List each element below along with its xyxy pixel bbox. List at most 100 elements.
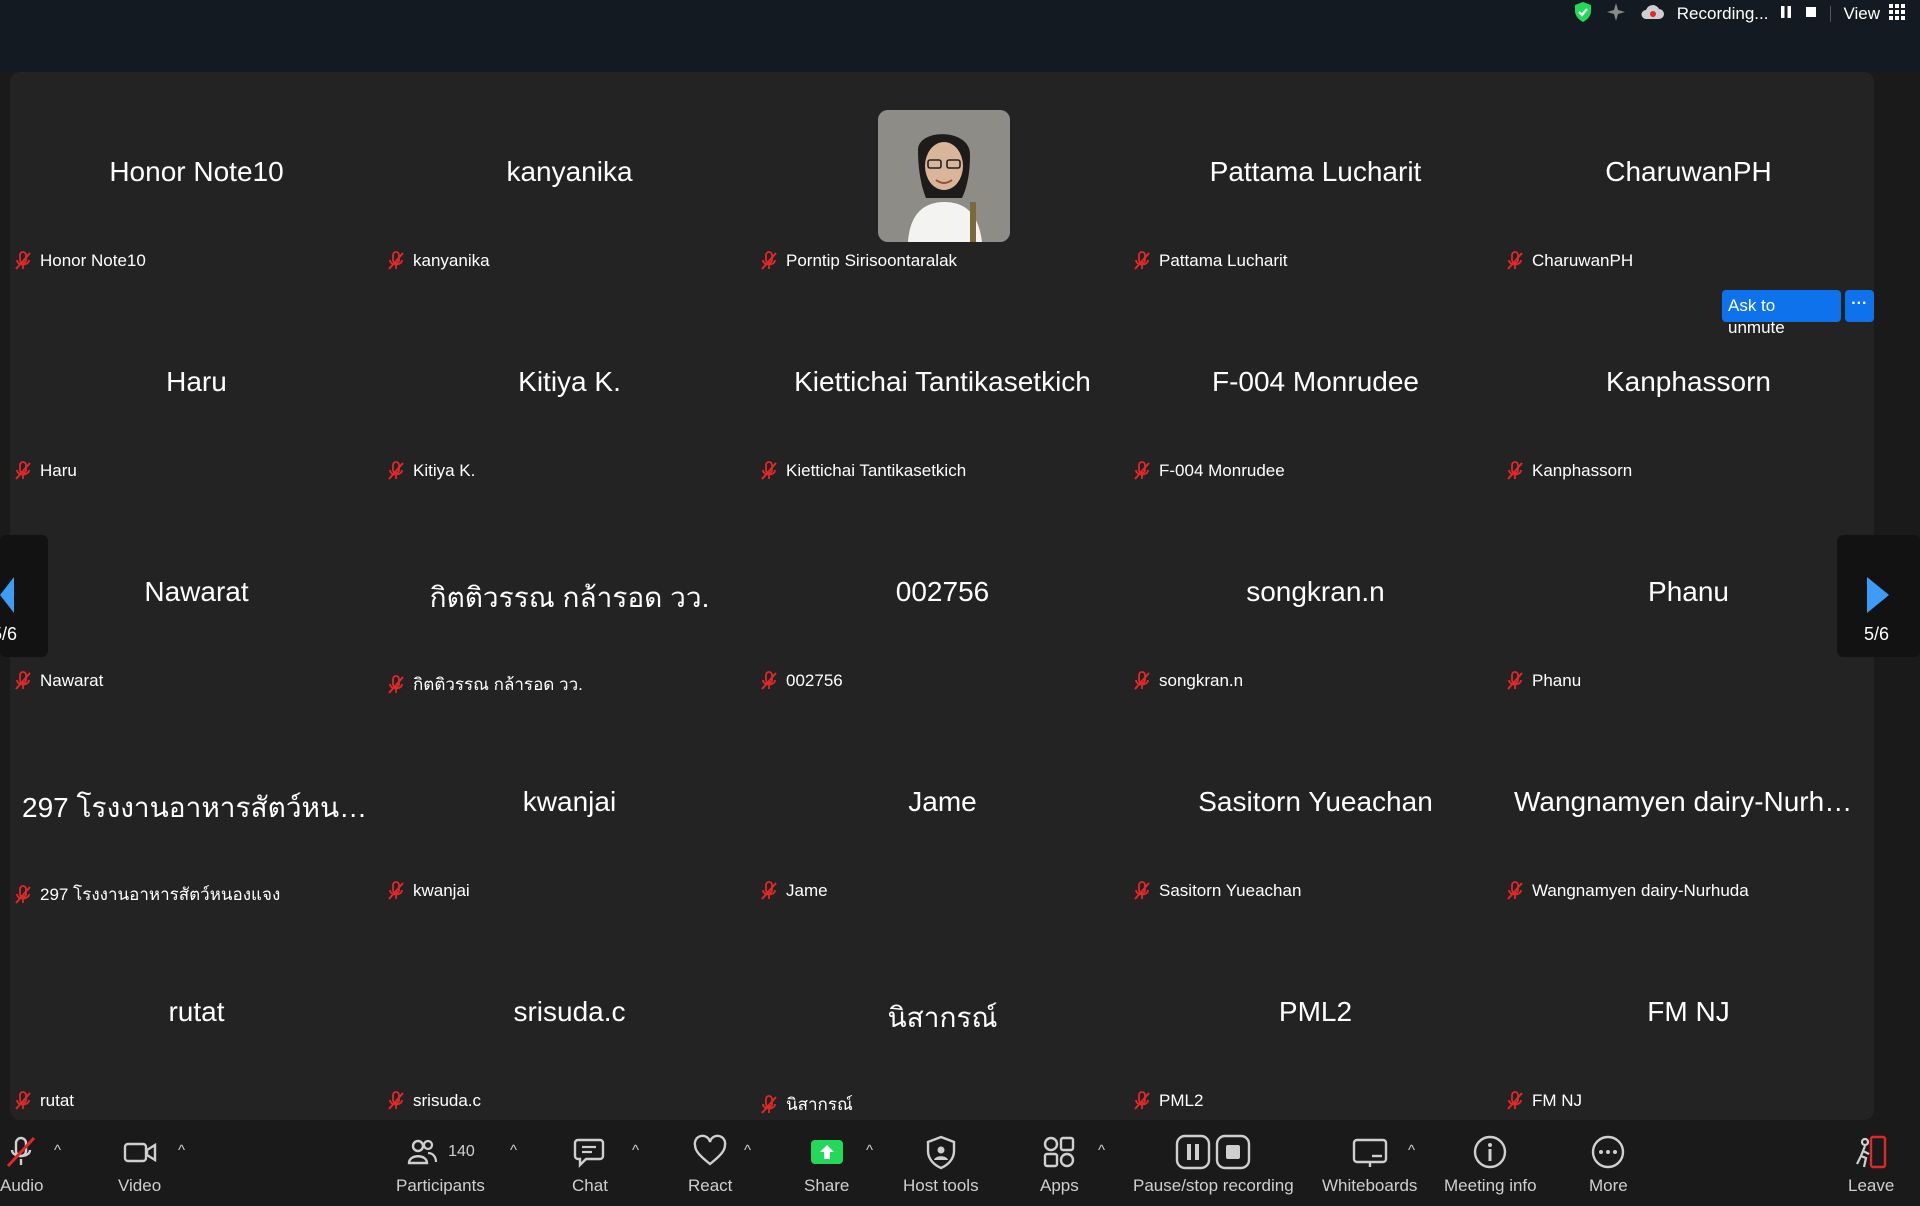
participant-name-label: kwanjai (387, 881, 470, 901)
chat-icon (573, 1138, 605, 1168)
participant-display-name: Wangnamyen dairy-Nurhu... (1514, 786, 1864, 817)
tile-more-button[interactable]: ··· (1844, 290, 1874, 322)
participant-tile[interactable]: PML2 PML2 (1129, 912, 1502, 1122)
apps-options-chevron-icon[interactable]: ^ (1098, 1142, 1105, 1159)
audio-options-chevron-icon[interactable]: ^ (54, 1142, 61, 1159)
participant-name-label: Wangnamyen dairy-Nurhuda (1506, 881, 1749, 901)
video-label: Video (118, 1176, 162, 1195)
participant-tile[interactable]: Kiettichai Tantikasetkich Kiettichai Tant… (756, 282, 1129, 492)
chat-button[interactable]: Chat (572, 1134, 608, 1196)
muted-mic-icon (387, 1091, 405, 1111)
stop-icon (1216, 1134, 1251, 1170)
next-page-button[interactable]: 5/6 (1837, 535, 1920, 657)
participant-tile[interactable]: Nawarat Nawarat (10, 492, 383, 702)
share-screen-icon (810, 1140, 843, 1164)
muted-mic-icon (760, 1094, 778, 1115)
muted-mic-icon (14, 884, 32, 905)
leave-button[interactable]: Leave (1848, 1134, 1894, 1196)
participant-tile[interactable]: rutat rutat (10, 912, 383, 1122)
share-options-chevron-icon[interactable]: ^ (866, 1142, 873, 1159)
participant-tile[interactable]: F-004 Monrudee F-004 Monrudee (1129, 282, 1502, 492)
video-options-chevron-icon[interactable]: ^ (178, 1142, 185, 1159)
muted-mic-icon (14, 671, 32, 691)
participant-name-label: Nawarat (14, 671, 103, 691)
participant-tile[interactable]: นิสากรณ์ นิสากรณ์ (756, 912, 1129, 1122)
participant-name-label: Haru (14, 461, 77, 481)
muted-mic-icon (1506, 881, 1524, 901)
muted-mic-icon (760, 881, 778, 901)
participant-label-text: kanyanika (413, 251, 490, 270)
participant-label-text: PML2 (1159, 1091, 1204, 1110)
participant-tile[interactable]: Kitiya K. Kitiya K. (383, 282, 756, 492)
participant-tile[interactable]: CharuwanPH CharuwanPH (1502, 72, 1875, 282)
participants-options-chevron-icon[interactable]: ^ (510, 1142, 517, 1159)
participant-tile[interactable]: กิตติวรรณ กล้ารอด วว. กิตติวรรณ กล้ารอด ว… (383, 492, 756, 702)
muted-mic-icon (760, 251, 778, 271)
audio-button[interactable]: Audio (0, 1134, 43, 1196)
chat-options-chevron-icon[interactable]: ^ (632, 1142, 639, 1159)
previous-page-button[interactable]: 5/6 (0, 535, 48, 657)
react-options-chevron-icon[interactable]: ^ (744, 1142, 751, 1159)
ask-to-unmute-button[interactable]: Ask to unmute (1722, 290, 1841, 337)
participant-name-label: Pattama Lucharit (1133, 251, 1288, 271)
participant-label-text: Sasitorn Yueachan (1159, 881, 1302, 900)
participants-button[interactable]: 140 Participants (396, 1134, 485, 1196)
muted-mic-icon (1133, 1091, 1151, 1111)
stop-recording-icon[interactable] (1804, 4, 1818, 24)
participant-display-name: Kiettichai Tantikasetkich (794, 366, 1091, 397)
muted-mic-icon (14, 251, 32, 271)
participant-tile[interactable]: Jame Jame (756, 702, 1129, 912)
participant-tile[interactable]: Wangnamyen dairy-Nurhu... Wangnamyen dair… (1502, 702, 1875, 912)
participant-tile[interactable]: FM NJ FM NJ (1502, 912, 1875, 1122)
leave-label: Leave (1848, 1176, 1895, 1195)
muted-mic-icon (760, 461, 778, 481)
participant-tile[interactable]: 002756 002756 (756, 492, 1129, 702)
more-button[interactable]: More (1589, 1134, 1628, 1196)
participant-label-text: CharuwanPH (1532, 251, 1634, 270)
participant-name-label: PML2 (1133, 1091, 1203, 1111)
meeting-info-button[interactable]: Meeting info (1444, 1134, 1537, 1196)
react-label: React (688, 1176, 733, 1195)
whiteboards-button[interactable]: Whiteboards (1322, 1134, 1417, 1196)
participant-tile[interactable]: Phanu Phanu (1502, 492, 1875, 702)
participant-name-label: CharuwanPH (1506, 251, 1633, 271)
participants-count: 140 (448, 1143, 475, 1160)
participant-label-text: Haru (40, 461, 77, 480)
host-tools-label: Host tools (903, 1176, 979, 1195)
participant-tile[interactable]: kanyanika kanyanika (383, 72, 756, 282)
video-button[interactable]: Video (118, 1134, 161, 1196)
react-button[interactable]: React (688, 1134, 732, 1196)
participant-name-label: Phanu (1506, 671, 1581, 691)
participant-name-label: Honor Note10 (14, 251, 146, 271)
participant-label-text: Kitiya K. (413, 461, 476, 480)
participant-tile[interactable]: srisuda.c srisuda.c (383, 912, 756, 1122)
participant-tile[interactable]: Pattama Lucharit Pattama Lucharit (1129, 72, 1502, 282)
encryption-shield-icon[interactable] (1573, 1, 1593, 28)
ai-companion-icon[interactable] (1605, 1, 1627, 28)
arrow-left-icon (0, 577, 14, 613)
host-tools-button[interactable]: Host tools (903, 1134, 979, 1196)
participant-display-name: F-004 Monrudee (1211, 366, 1419, 397)
view-label: View (1843, 4, 1880, 23)
participant-tile[interactable]: 297 โรงงานอาหารสัตว์หนอ... 297 โรงงานอาหา… (10, 702, 383, 912)
apps-button[interactable]: Apps (1040, 1134, 1079, 1196)
participant-tile[interactable]: Sasitorn Yueachan Sasitorn Yueachan (1129, 702, 1502, 912)
participant-name-label: นิสากรณ์ (760, 1091, 853, 1118)
cloud-recording-icon (1639, 3, 1665, 26)
participant-tile[interactable]: Porntip Sirisoontaralak (756, 72, 1129, 282)
participant-tile[interactable]: Haru Haru (10, 282, 383, 492)
muted-mic-icon (1133, 461, 1151, 481)
pause-recording-icon[interactable] (1780, 4, 1792, 24)
whiteboards-options-chevron-icon[interactable]: ^ (1408, 1142, 1415, 1159)
participant-display-name: Honor Note10 (109, 156, 284, 187)
participant-tile[interactable]: Honor Note10 Honor Note10 (10, 72, 383, 282)
share-button[interactable]: Share (804, 1134, 849, 1196)
participant-display-name: songkran.n (1246, 576, 1385, 607)
participant-label-text: FM NJ (1532, 1091, 1583, 1110)
participant-display-name: กิตติวรรณ กล้ารอด วว. (429, 582, 710, 613)
view-button[interactable]: View (1843, 3, 1906, 26)
pause-stop-recording-button[interactable]: Pause/stop recording (1133, 1134, 1294, 1196)
participant-tile[interactable]: kwanjai kwanjai (383, 702, 756, 912)
whiteboards-label: Whiteboards (1322, 1176, 1418, 1195)
participant-tile[interactable]: songkran.n songkran.n (1129, 492, 1502, 702)
